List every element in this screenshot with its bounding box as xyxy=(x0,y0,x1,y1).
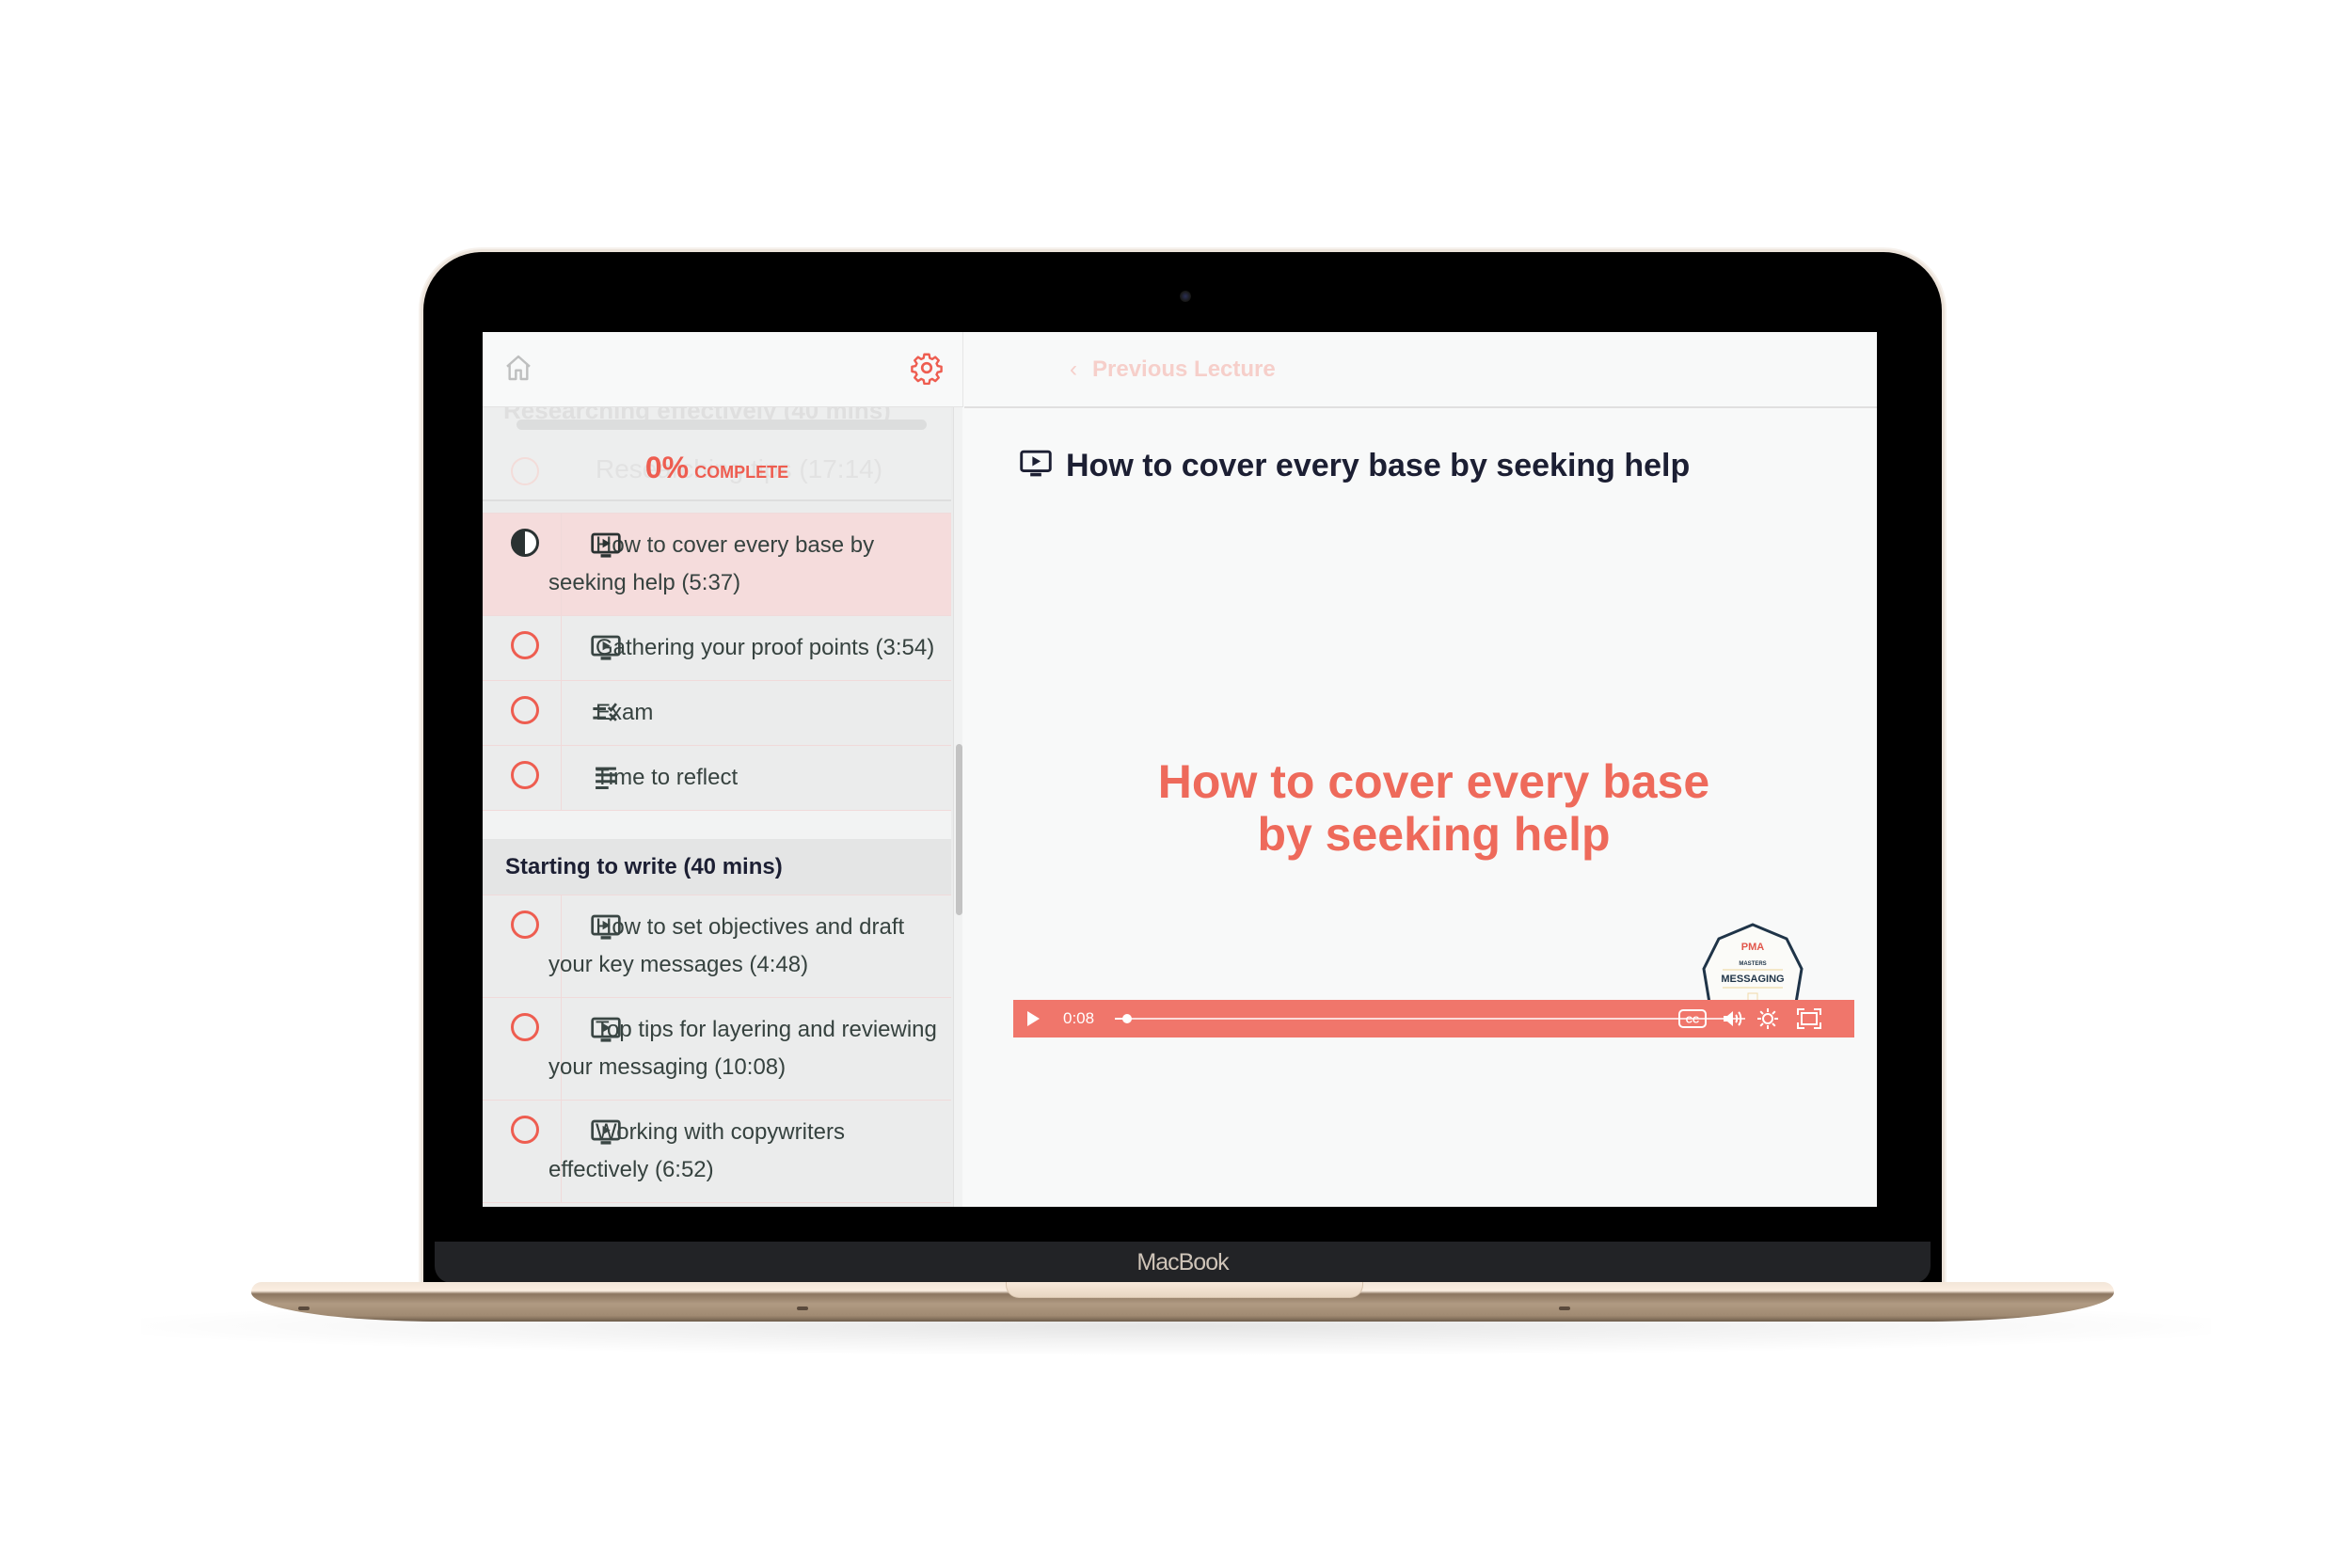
play-button[interactable] xyxy=(1025,1000,1041,1037)
previous-lecture-label: Previous Lecture xyxy=(1092,356,1276,382)
video-title-line: How to cover every base xyxy=(1157,755,1710,808)
badge-line2: MESSAGING xyxy=(1721,974,1784,985)
laptop-notch xyxy=(1006,1282,1363,1298)
quiz-icon xyxy=(593,703,617,721)
volume-button[interactable] xyxy=(1721,1000,1745,1037)
lecture-title: How to cover every base by seeking help xyxy=(1066,448,1691,483)
chevron-left-icon: ‹ xyxy=(1070,356,1077,382)
lecture-item[interactable]: Working with copywriters effectively (6:… xyxy=(483,1101,951,1203)
badge-brand: PMA xyxy=(1741,942,1765,953)
lecture-item[interactable]: Top tips for layering and reviewing your… xyxy=(483,998,951,1101)
base-foot xyxy=(1559,1307,1570,1310)
video-icon xyxy=(591,532,621,558)
device-label: MacBook xyxy=(1136,1249,1229,1275)
video-icon xyxy=(591,914,621,940)
laptop-base xyxy=(251,1282,2114,1322)
section-title: Starting to write (40 mins) xyxy=(483,839,951,895)
base-foot xyxy=(298,1307,310,1310)
captions-button[interactable]: CC xyxy=(1677,1000,1708,1037)
volume-icon xyxy=(1724,1011,1742,1026)
lecture-heading: How to cover every base by seeking help xyxy=(1019,448,1690,484)
lecture-item-active[interactable]: How to cover every base by seeking help … xyxy=(483,514,951,616)
badge-line1: MASTERS xyxy=(1739,961,1766,967)
settings-button[interactable] xyxy=(1756,1000,1779,1037)
gear-icon[interactable] xyxy=(910,351,944,385)
lecture-content: How to cover every base by seeking help … xyxy=(964,408,1877,1207)
laptop-chin: MacBook xyxy=(435,1242,1931,1283)
course-sidebar: Researching effectively (40 mins) Resear… xyxy=(483,407,962,1207)
settings-sun-icon xyxy=(1757,1008,1778,1029)
camera-dot xyxy=(1180,291,1191,302)
seek-bar[interactable] xyxy=(1115,1014,1745,1023)
lecture-item[interactable]: Time to reflect xyxy=(483,746,951,811)
progress-word: COMPLETE xyxy=(694,463,789,482)
video-title-line: by seeking help xyxy=(1257,808,1611,861)
seek-handle[interactable] xyxy=(1122,1014,1133,1023)
progress-percent: 0% xyxy=(644,451,690,484)
video-icon xyxy=(1020,450,1052,477)
video-title-card: How to cover every base by seeking help xyxy=(1013,755,1854,861)
lecture-item[interactable]: How to set objectives and draft your key… xyxy=(483,895,951,998)
lecture-nav: ‹Previous Lecture Complete and Continue … xyxy=(964,332,1877,408)
section-gap xyxy=(483,811,951,839)
scrollbar-thumb[interactable] xyxy=(956,744,962,915)
screen: ‹Previous Lecture Complete and Continue … xyxy=(483,332,1877,1207)
lecture-list: How to cover every base by seeking help … xyxy=(483,499,951,1203)
progress-bar xyxy=(516,420,927,430)
play-icon xyxy=(1027,1011,1040,1026)
video-player[interactable]: How to cover every base by seeking help … xyxy=(1013,564,1854,1039)
progress-label: 0% COMPLETE xyxy=(483,451,951,485)
closed-captions-icon: CC xyxy=(1678,1009,1707,1028)
lecture-item[interactable]: Exam xyxy=(483,681,951,746)
fullscreen-button[interactable] xyxy=(1796,1000,1822,1037)
sidebar-header xyxy=(483,332,963,407)
home-icon[interactable] xyxy=(503,353,533,383)
lecture-item[interactable]: Gathering your proof points (3:54) xyxy=(483,616,951,681)
svg-text:CC: CC xyxy=(1686,1016,1699,1026)
text-lines-icon xyxy=(596,767,616,790)
previous-lecture-button[interactable]: ‹ Previous Lecture xyxy=(1070,332,1276,406)
video-icon xyxy=(591,1017,621,1042)
sidebar-scrollbar[interactable] xyxy=(953,407,962,1207)
course-progress: Researching effectively (40 mins) Resear… xyxy=(483,407,951,501)
fullscreen-icon xyxy=(1797,1008,1821,1029)
video-icon xyxy=(591,635,621,660)
video-icon xyxy=(591,1119,621,1145)
base-foot xyxy=(797,1307,808,1310)
video-controls: 0:08 CC xyxy=(1013,1000,1854,1037)
current-time: 0:08 xyxy=(1063,1009,1095,1027)
